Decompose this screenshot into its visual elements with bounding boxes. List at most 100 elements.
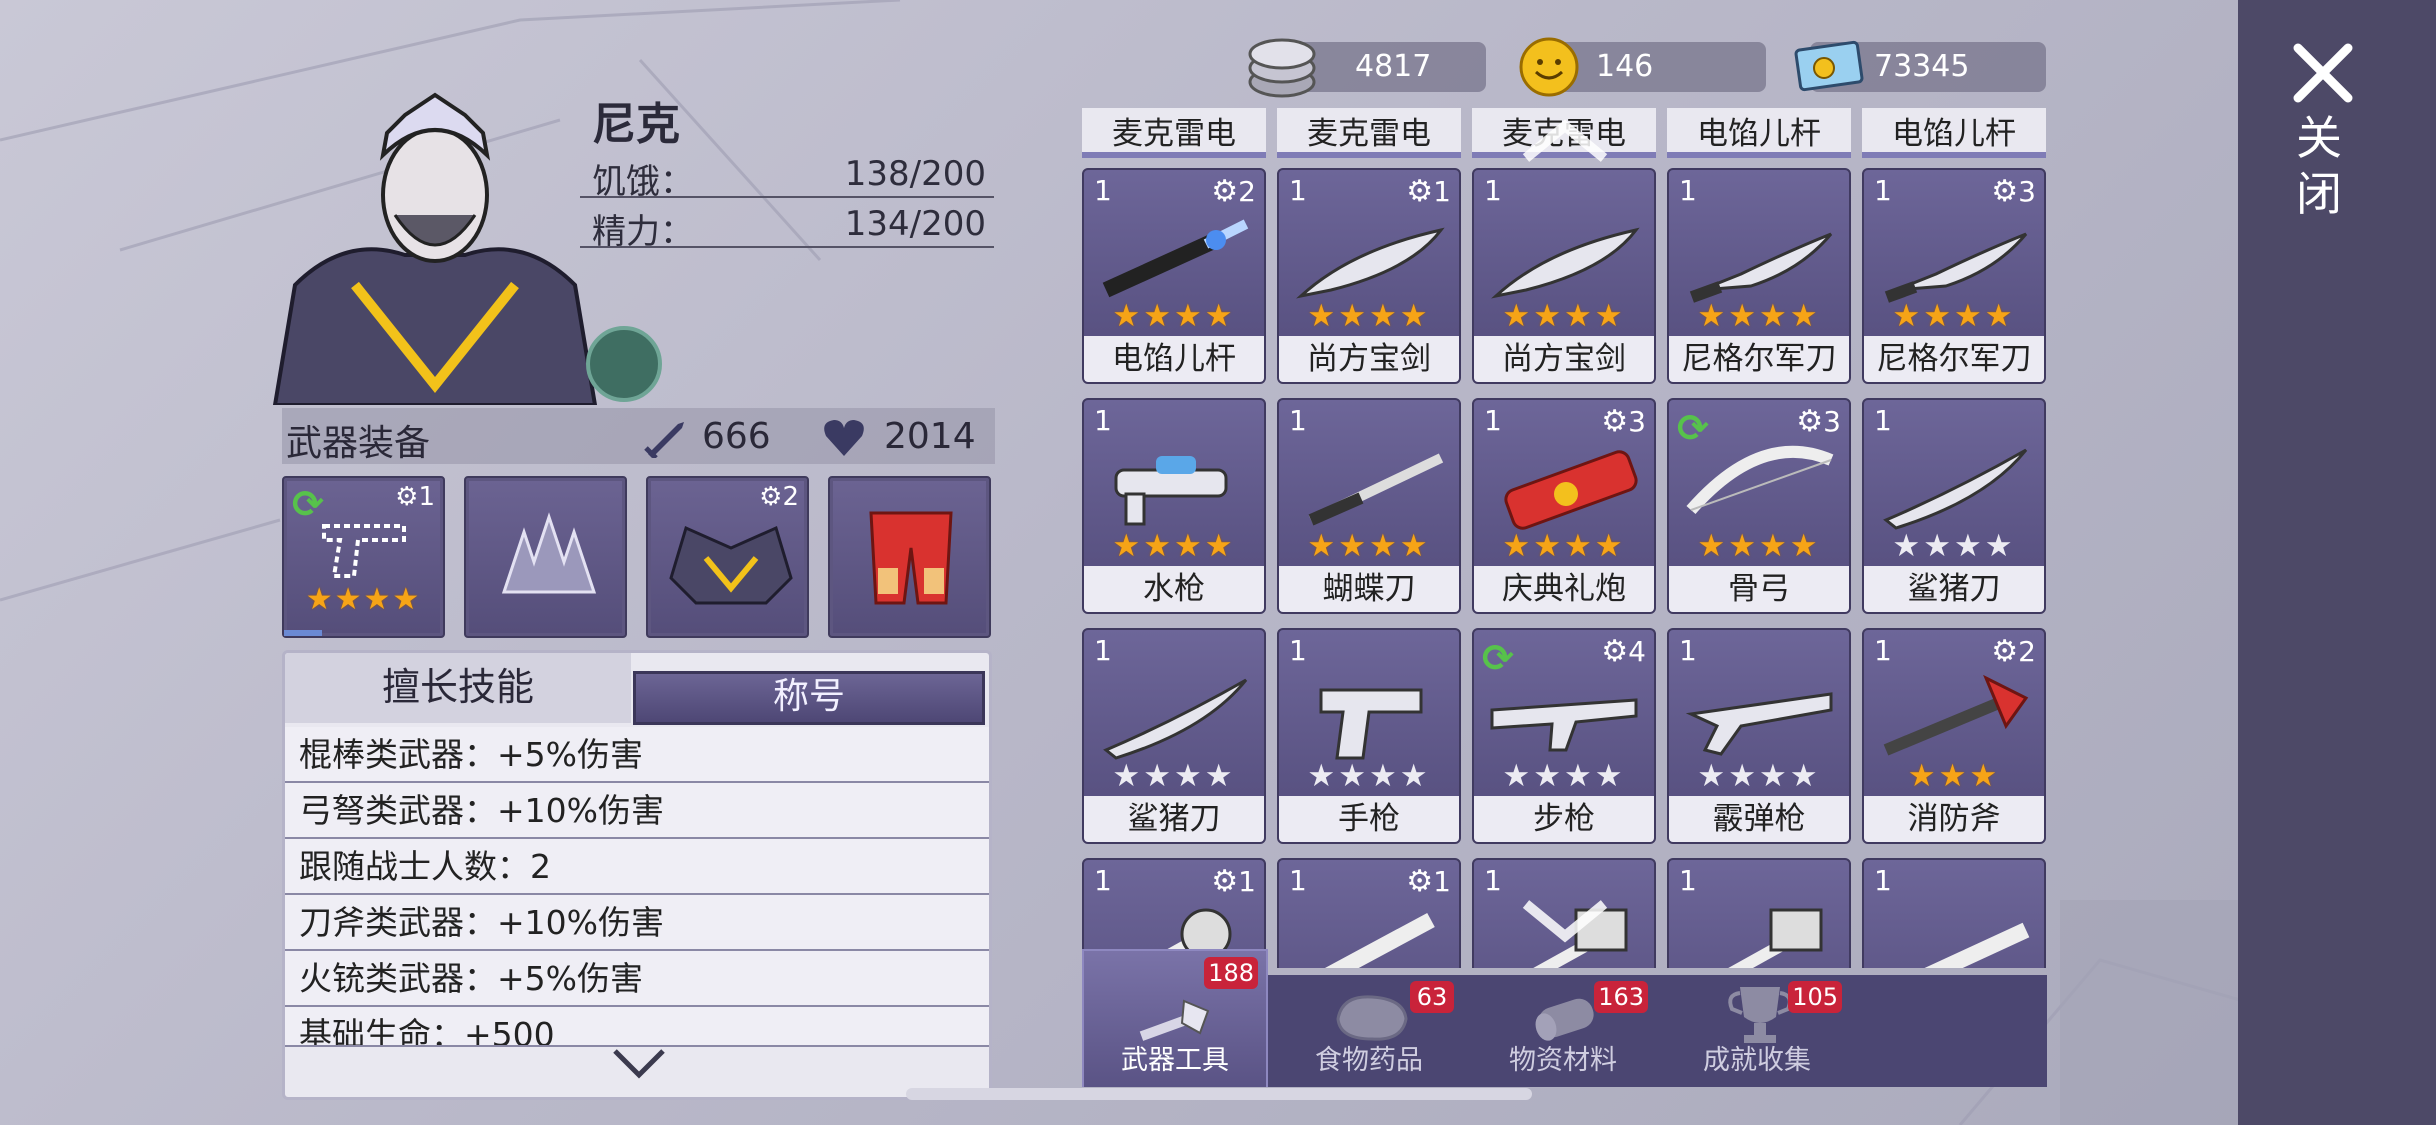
- star-rating: ★★★★: [1307, 298, 1431, 334]
- gear-icon: ⚙: [1211, 174, 1239, 209]
- inventory-item-card[interactable]: 1 ⚙2 ★★★ 消防斧: [1862, 628, 2046, 844]
- hunger-label: 饥饿：: [592, 162, 694, 202]
- tab-skills[interactable]: 擅长技能: [285, 653, 631, 723]
- skill-badge-icon[interactable]: [586, 326, 662, 402]
- inventory-item-card[interactable]: 1 ★★★★ 手枪: [1277, 628, 1461, 844]
- inventory-item-card[interactable]: 1 ⚙1: [1277, 858, 1461, 968]
- tab-label: 武器工具: [1121, 1045, 1229, 1076]
- armor-icon: [669, 525, 793, 605]
- inventory-item-card[interactable]: 1 ⚙3 ★★★★ 庆典礼炮: [1472, 398, 1656, 614]
- electric-rod-icon: [1102, 219, 1249, 298]
- close-icon[interactable]: [2290, 40, 2356, 106]
- star-rating: ★★★★: [1112, 298, 1236, 334]
- gear-level: ⚙1: [1406, 174, 1451, 209]
- gear-icon: ⚙: [1796, 404, 1824, 439]
- count-badge: 63: [1410, 981, 1454, 1013]
- inventory-item-card[interactable]: 1: [1862, 858, 2046, 968]
- inventory-item-card[interactable]: 1 ⚙1 ★★★★ 尚方宝剑: [1277, 168, 1461, 384]
- inventory-item-card[interactable]: 1 ★★★★ 尚方宝剑: [1472, 168, 1656, 384]
- inventory-item-card[interactable]: 1 ★★★★ 尼格尔军刀: [1667, 168, 1851, 384]
- character-portrait: [272, 92, 598, 405]
- gear-level: ⚙1: [1211, 864, 1256, 899]
- water-gun-icon: [1114, 456, 1228, 526]
- ticket-value: 73345: [1874, 49, 1970, 84]
- star-rating: ★★★★: [1112, 528, 1236, 564]
- tab-weapons-tools[interactable]: 188 武器工具: [1082, 949, 1268, 1087]
- item-quantity: 1: [1679, 634, 1697, 667]
- silver-value: 4817: [1355, 49, 1432, 84]
- pipe-icon: [1924, 922, 2030, 968]
- equip-slot-legs[interactable]: [828, 476, 991, 638]
- inventory-item-card[interactable]: 1 ★★★★ 蝴蝶刀: [1277, 398, 1461, 614]
- pistol-icon: [322, 524, 406, 578]
- progress-bar: [284, 630, 322, 636]
- tab-achievements[interactable]: 105 成就收集: [1664, 975, 1850, 1087]
- inventory-item-card[interactable]: ⟳ ⚙4 ★★★★ 步枪: [1472, 628, 1656, 844]
- star-rating: ★★★★: [1502, 298, 1626, 334]
- attack-value: 666: [702, 416, 771, 457]
- inventory-item-card[interactable]: 1 ★★★★ 鲨猪刀: [1082, 628, 1266, 844]
- rifle-icon: [1490, 698, 1638, 752]
- inventory-item-card[interactable]: 1 ★★★★ 水枪: [1082, 398, 1266, 614]
- item-name: 尼格尔军刀: [1864, 336, 2044, 382]
- star-rating: ★★★★: [1112, 758, 1236, 794]
- gear-icon: ⚙: [1601, 404, 1629, 439]
- inventory-item-card[interactable]: 1 ★★★★ 鲨猪刀: [1862, 398, 2046, 614]
- home-indicator[interactable]: [906, 1088, 1532, 1100]
- hunger-value: 138/200: [844, 154, 986, 194]
- bone-bow-icon: [1686, 445, 1834, 514]
- inventory-item-card[interactable]: 1 ⚙3 ★★★★ 尼格尔军刀: [1862, 168, 2046, 384]
- item-name: 尼格尔军刀: [1669, 336, 1849, 382]
- antler-crown-icon: [501, 512, 597, 594]
- star-rating: ★★★★: [1502, 758, 1626, 794]
- item-name-strip: 麦克雷电: [1082, 108, 1266, 158]
- chevron-down-icon[interactable]: [611, 1045, 667, 1081]
- item-quantity: 1: [1679, 864, 1697, 897]
- shark-blade-icon: [1103, 678, 1248, 760]
- heart-icon: [824, 420, 864, 456]
- chevron-down-icon[interactable]: [1520, 896, 1610, 944]
- tab-food-medicine[interactable]: 63 食物药品: [1276, 975, 1462, 1087]
- item-name: 手枪: [1279, 796, 1459, 842]
- equip-slot-head[interactable]: [464, 476, 627, 638]
- category-tabs: 188 武器工具 63 食物药品 163 物资材料 105 成就收集: [1082, 949, 2047, 1087]
- equipment-title: 武器装备: [286, 423, 431, 464]
- item-quantity: 1: [1289, 864, 1307, 897]
- character-name: 尼克: [592, 99, 680, 150]
- item-quantity: 1: [1094, 404, 1112, 437]
- inventory-item-card[interactable]: 1 ⚙2 ★★★★ 电馅儿杆: [1082, 168, 1266, 384]
- gear-level: ⚙3: [1601, 404, 1646, 439]
- item-name-strip: 电馅儿杆: [1667, 108, 1851, 158]
- fish-sword-icon: [1491, 227, 1640, 299]
- gear-level: ⚙2: [759, 482, 799, 512]
- kukri-icon: [1884, 232, 2028, 303]
- list-item: 棍棒类武器：+5%伤害: [285, 727, 989, 783]
- tab-title[interactable]: 称号: [633, 671, 985, 725]
- kukri-icon: [1689, 232, 1833, 303]
- inventory-grid: 麦克雷电 麦克雷电 麦克雷电 电馅儿杆 电馅儿杆 1 ⚙2 ★★★★ 电馅儿杆 1 ⚙1 ★…: [1082, 108, 2047, 968]
- item-name: 鲨猪刀: [1864, 566, 2044, 612]
- hunger-stat: 饥饿： 138/200: [580, 150, 994, 202]
- shark-blade-icon: [1883, 448, 2028, 530]
- skill-list: 棍棒类武器：+5%伤害 弓弩类武器：+10%伤害 跟随战士人数：2 刀斧类武器：…: [285, 727, 989, 1047]
- item-quantity: 1: [1484, 864, 1502, 897]
- list-item: 基础生命：+500: [285, 1007, 989, 1047]
- star-rating: ★★★★: [1697, 758, 1821, 794]
- item-quantity: 1: [1874, 864, 1892, 897]
- equip-slot-armor[interactable]: ⚙2: [646, 476, 809, 638]
- inventory-item-card[interactable]: ⟳ ⚙3 ★★★★ 骨弓: [1667, 398, 1851, 614]
- equip-slot-weapon[interactable]: ⟳ ⚙1 ★★★★: [282, 476, 445, 638]
- item-quantity: 1: [1874, 404, 1892, 437]
- inventory-item-card[interactable]: 1: [1667, 858, 1851, 968]
- chevron-up-icon[interactable]: [1520, 118, 1610, 166]
- fish-sword-icon: [1296, 227, 1445, 299]
- inventory-item-card[interactable]: 1 ★★★★ 霰弹枪: [1667, 628, 1851, 844]
- item-name: 尚方宝剑: [1474, 336, 1654, 382]
- butterfly-knife-icon: [1308, 453, 1444, 526]
- item-name-strip: 电馅儿杆: [1862, 108, 2046, 158]
- gear-level: ⚙1: [1406, 864, 1451, 899]
- firework-icon: [1504, 450, 1638, 530]
- meat-icon: [1336, 995, 1408, 1041]
- tab-materials[interactable]: 163 物资材料: [1470, 975, 1656, 1087]
- close-label[interactable]: 关闭: [2296, 110, 2342, 222]
